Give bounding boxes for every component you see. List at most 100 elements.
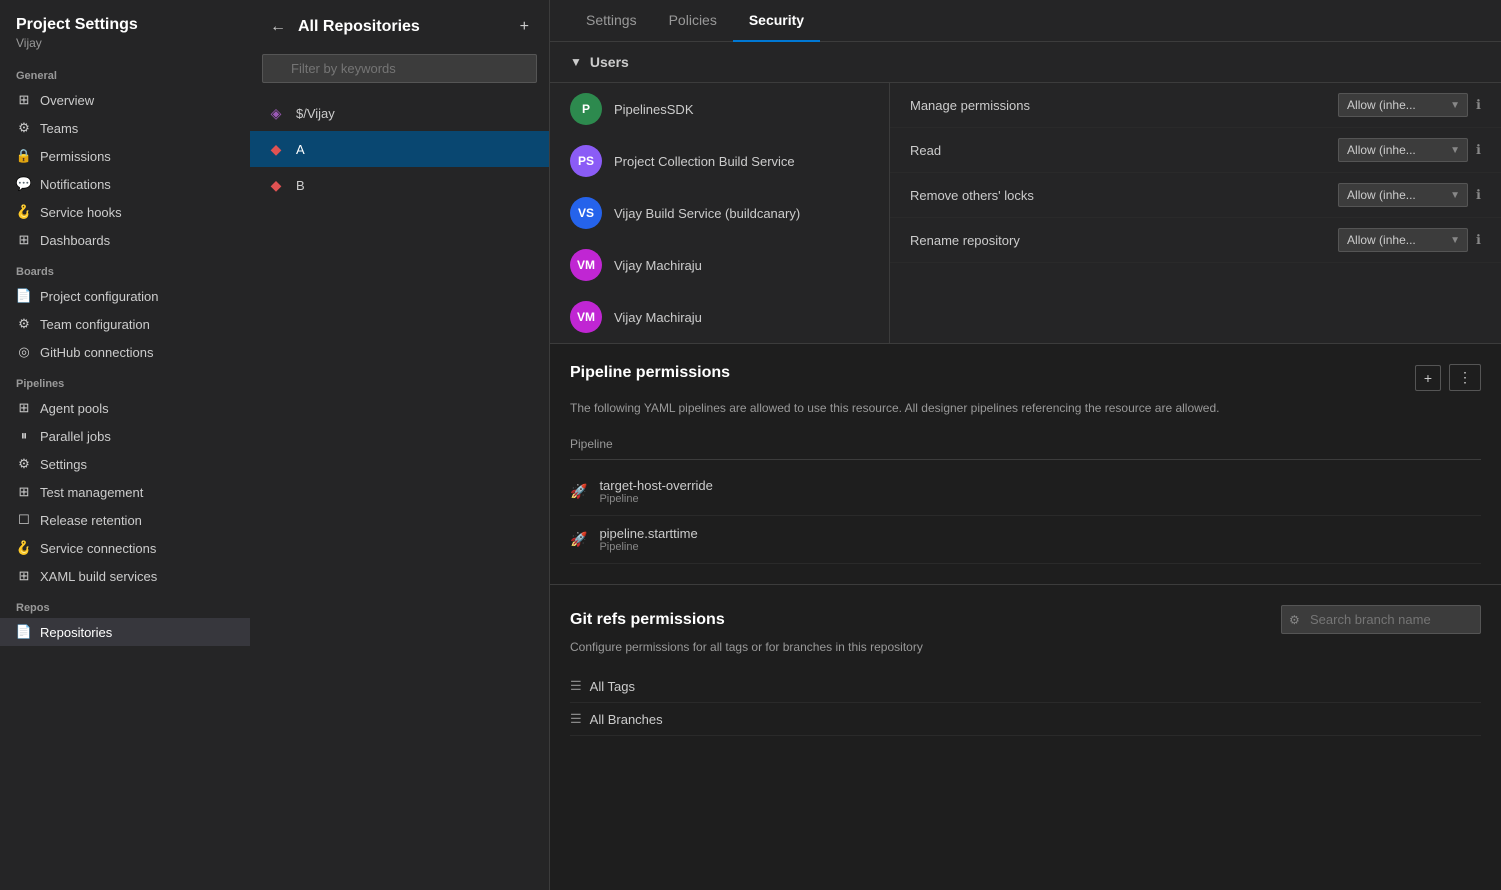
main-content: Settings Policies Security ▼ Users P Pip… (550, 0, 1501, 890)
git-refs-description: Configure permissions for all tags or fo… (570, 640, 1481, 654)
select-wrapper-read: Allow (inhe... ▼ (1338, 138, 1468, 162)
sidebar-item-agent-pools[interactable]: ⊞ Agent pools (0, 394, 250, 422)
users-section: ▼ Users P PipelinesSDK PS Project Collec… (550, 42, 1501, 344)
sidebar-item-test-management[interactable]: ⊞ Test management (0, 478, 250, 506)
sidebar-item-label: Service hooks (40, 205, 122, 220)
pipeline-icon-starttime: 🚀 (570, 531, 587, 548)
avatar-vijay-machiraju-1: VM (570, 249, 602, 281)
user-item-project-collection[interactable]: PS Project Collection Build Service (550, 135, 889, 187)
git-ref-item-all-tags[interactable]: ☰ All Tags (570, 670, 1481, 703)
info-icon-read[interactable]: ℹ (1476, 142, 1481, 158)
permission-select-rename[interactable]: Allow (inhe... (1338, 228, 1468, 252)
git-ref-item-all-branches[interactable]: ☰ All Branches (570, 703, 1481, 736)
permission-row-manage: Manage permissions Allow (inhe... ▼ ℹ (890, 83, 1501, 128)
pipeline-item-type-target-host: Pipeline (599, 493, 712, 505)
sidebar-item-label: Test management (40, 485, 143, 500)
sidebar-section-pipelines: Pipelines (0, 366, 250, 394)
repo-item-vijay[interactable]: ◈ $/Vijay (250, 95, 549, 131)
pipeline-description: The following YAML pipelines are allowed… (570, 399, 1250, 417)
info-icon-manage[interactable]: ℹ (1476, 97, 1481, 113)
sidebar-item-permissions[interactable]: 🔒 Permissions (0, 142, 250, 170)
sidebar-section-repos: Repos (0, 590, 250, 618)
permission-label-rename: Rename repository (910, 233, 1020, 248)
sidebar-item-service-hooks[interactable]: 🪝 Service hooks (0, 198, 250, 226)
tab-policies[interactable]: Policies (653, 0, 733, 42)
pipeline-permissions-title: Pipeline permissions (570, 364, 730, 382)
middle-panel-title: All Repositories (298, 18, 420, 36)
repo-icon-b: ◆ (266, 175, 286, 195)
teams-icon: ⚙ (16, 120, 32, 136)
pipeline-column-header: Pipeline (570, 433, 1481, 460)
sidebar-item-label: Parallel jobs (40, 429, 111, 444)
permission-label-read: Read (910, 143, 941, 158)
user-item-vijay-machiraju-2[interactable]: VM Vijay Machiraju (550, 291, 889, 343)
pipeline-item-starttime: 🚀 pipeline.starttime Pipeline (570, 516, 1481, 564)
info-icon-remove-locks[interactable]: ℹ (1476, 187, 1481, 203)
tab-settings[interactable]: Settings (570, 0, 653, 42)
user-item-vijay-machiraju-1[interactable]: VM Vijay Machiraju (550, 239, 889, 291)
sidebar-item-github-connections[interactable]: ◎ GitHub connections (0, 338, 250, 366)
pipeline-permissions-header: Pipeline permissions + ⋮ (570, 364, 1481, 391)
sidebar-item-overview[interactable]: ⊞ Overview (0, 86, 250, 114)
notifications-icon: 💬 (16, 176, 32, 192)
sidebar-item-repositories[interactable]: 📄 Repositories (0, 618, 250, 646)
sidebar-title: Project Settings (16, 16, 234, 34)
search-branch-input[interactable] (1281, 605, 1481, 634)
add-pipeline-button[interactable]: + (1415, 365, 1441, 391)
sidebar-header: Project Settings Vijay (0, 0, 250, 58)
repositories-icon: 📄 (16, 624, 32, 640)
user-item-pipelinesdk[interactable]: P PipelinesSDK (550, 83, 889, 135)
sidebar-item-dashboards[interactable]: ⊞ Dashboards (0, 226, 250, 254)
pipeline-item-details-starttime: pipeline.starttime Pipeline (599, 526, 697, 553)
permission-label-remove-locks: Remove others' locks (910, 188, 1034, 203)
sidebar: Project Settings Vijay General ⊞ Overvie… (0, 0, 250, 890)
overview-icon: ⊞ (16, 92, 32, 108)
sidebar-item-label: Repositories (40, 625, 112, 640)
permission-control-read: Allow (inhe... ▼ ℹ (1338, 138, 1481, 162)
permission-row-remove-locks: Remove others' locks Allow (inhe... ▼ ℹ (890, 173, 1501, 218)
back-button[interactable]: ← (266, 14, 290, 40)
sidebar-item-teams[interactable]: ⚙ Teams (0, 114, 250, 142)
permission-row-rename: Rename repository Allow (inhe... ▼ ℹ (890, 218, 1501, 263)
users-chevron-icon: ▼ (570, 55, 582, 69)
release-retention-icon: ☐ (16, 512, 32, 528)
sidebar-item-label: Dashboards (40, 233, 110, 248)
sidebar-item-team-configuration[interactable]: ⚙ Team configuration (0, 310, 250, 338)
sidebar-item-release-retention[interactable]: ☐ Release retention (0, 506, 250, 534)
repo-item-b[interactable]: ◆ B (250, 167, 549, 203)
security-split: P PipelinesSDK PS Project Collection Bui… (550, 83, 1501, 344)
permissions-icon: 🔒 (16, 148, 32, 164)
middle-header: ← All Repositories + (250, 0, 549, 54)
service-connections-icon: 🪝 (16, 540, 32, 556)
filter-input[interactable] (262, 54, 537, 83)
sidebar-item-settings[interactable]: ⚙ Settings (0, 450, 250, 478)
user-name-vijay-build: Vijay Build Service (buildcanary) (614, 206, 800, 221)
github-icon: ◎ (16, 344, 32, 360)
sidebar-item-label: Notifications (40, 177, 111, 192)
user-name-project-collection: Project Collection Build Service (614, 154, 795, 169)
repo-item-a[interactable]: ◆ A (250, 131, 549, 167)
user-item-vijay-build[interactable]: VS Vijay Build Service (buildcanary) (550, 187, 889, 239)
pipeline-more-button[interactable]: ⋮ (1449, 364, 1481, 391)
sidebar-item-notifications[interactable]: 💬 Notifications (0, 170, 250, 198)
agent-pools-icon: ⊞ (16, 400, 32, 416)
user-name-vijay-machiraju-1: Vijay Machiraju (614, 258, 702, 273)
select-wrapper-rename: Allow (inhe... ▼ (1338, 228, 1468, 252)
sidebar-item-xaml-build[interactable]: ⊞ XAML build services (0, 562, 250, 590)
permission-select-remove-locks[interactable]: Allow (inhe... (1338, 183, 1468, 207)
repo-name-a: A (296, 142, 305, 157)
sidebar-item-service-connections[interactable]: 🪝 Service connections (0, 534, 250, 562)
add-repo-button[interactable]: + (516, 14, 533, 40)
git-refs-title: Git refs permissions (570, 611, 725, 629)
tab-security[interactable]: Security (733, 0, 820, 42)
permission-select-read[interactable]: Allow (inhe... (1338, 138, 1468, 162)
users-header: ▼ Users (550, 42, 1501, 83)
test-mgmt-icon: ⊞ (16, 484, 32, 500)
info-icon-rename[interactable]: ℹ (1476, 232, 1481, 248)
sidebar-item-parallel-jobs[interactable]: ⏸ Parallel jobs (0, 422, 250, 450)
sidebar-item-label: Overview (40, 93, 94, 108)
sidebar-item-label: Project configuration (40, 289, 159, 304)
sidebar-item-project-configuration[interactable]: 📄 Project configuration (0, 282, 250, 310)
permission-select-manage[interactable]: Allow (inhe... (1338, 93, 1468, 117)
sidebar-item-label: Release retention (40, 513, 142, 528)
